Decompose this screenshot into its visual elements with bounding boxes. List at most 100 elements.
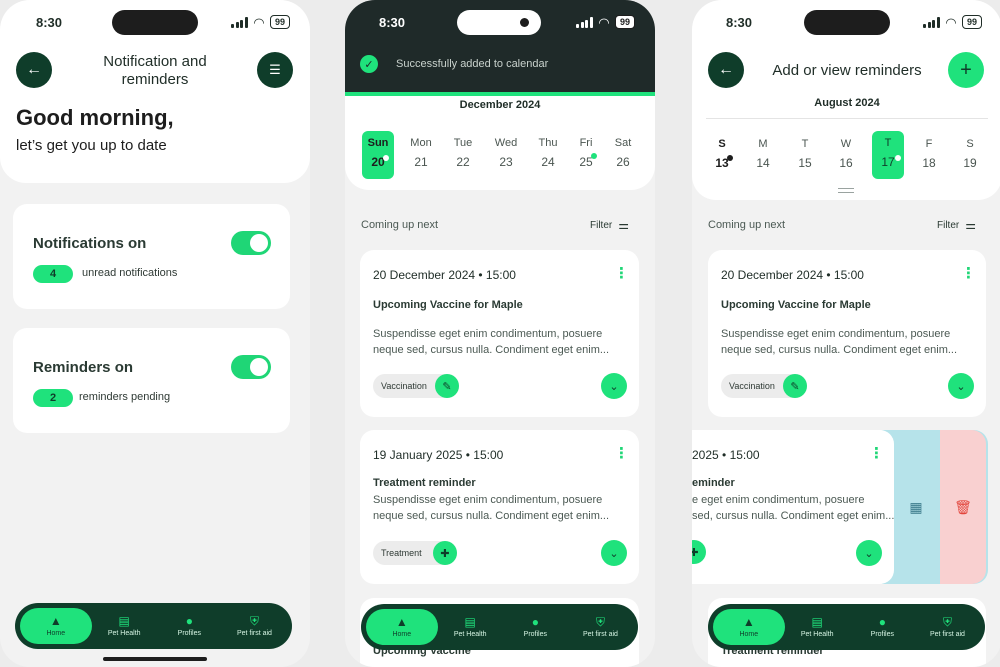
- pending-label: reminders pending: [79, 391, 171, 403]
- day-sun[interactable]: Sun 20: [362, 131, 394, 179]
- subgreeting: let’s get you up to date: [16, 137, 167, 154]
- day-sat[interactable]: Sat 26: [607, 137, 639, 169]
- card-description: Suspendisse eget enim condimentum, posue…: [721, 328, 958, 356]
- plus-icon: +: [960, 58, 972, 81]
- reminder-card[interactable]: 20 December 2024 • 15:00 ⋮ Upcoming Vacc…: [708, 250, 986, 417]
- tab-profiles[interactable]: ● Profiles: [850, 609, 915, 645]
- event-dot: [895, 155, 901, 161]
- filter-button[interactable]: Filter ⚌: [590, 218, 629, 232]
- card-date: 20 December 2024 • 15:00: [721, 268, 864, 282]
- card-title: Upcoming Vaccine for Maple: [721, 299, 871, 311]
- tab-pet-first-aid[interactable]: ⛨ Pet first aid: [222, 608, 287, 644]
- expand-button[interactable]: ⌄: [601, 373, 627, 399]
- tab-pet-health[interactable]: ▤ Pet Health: [785, 609, 850, 645]
- battery-icon: 99: [961, 15, 982, 29]
- reminder-card[interactable]: 19 January 2025 • 15:00 ⋮ Treatment remi…: [360, 430, 639, 584]
- day-sun[interactable]: S 13: [706, 138, 738, 170]
- notifications-title: Notifications on: [33, 235, 147, 252]
- back-button[interactable]: ←: [708, 52, 744, 88]
- tab-pet-health[interactable]: ▤ Pet Health: [92, 608, 157, 644]
- dynamic-island: [804, 10, 890, 35]
- expand-button[interactable]: ⌄: [856, 540, 882, 566]
- tab-pet-health[interactable]: ▤ Pet Health: [438, 609, 503, 645]
- calendar-icon: ▦: [909, 498, 923, 515]
- tab-profiles[interactable]: ● Profiles: [157, 608, 222, 644]
- clipboard-icon: ▤: [464, 615, 476, 629]
- day-mon[interactable]: M 14: [747, 138, 779, 170]
- card-date: 19 January 2025 • 15:00: [373, 448, 504, 462]
- card-description: Suspendisse eget enim condimentum, posue…: [373, 494, 610, 522]
- bottom-tab-bar: ▲ Home ▤ Pet Health ● Profiles ⛨ Pet first a…: [361, 604, 638, 650]
- notifications-toggle[interactable]: [231, 231, 271, 255]
- reminders-card: Reminders on 2 reminders pending: [13, 328, 290, 433]
- greeting: Good morning,: [16, 105, 174, 130]
- expand-button[interactable]: ⌄: [601, 540, 627, 566]
- reminders-toggle[interactable]: [231, 355, 271, 379]
- chevron-down-icon: ⌄: [864, 547, 874, 560]
- more-icon[interactable]: ⋮: [869, 446, 884, 461]
- wifi-icon: ◠: [945, 14, 956, 30]
- day-wed[interactable]: Wed 23: [490, 137, 522, 169]
- section-title: Coming up next: [708, 219, 786, 231]
- notifications-card: Notifications on 4 unread notifications: [13, 204, 290, 309]
- clipboard-icon: ▤: [118, 614, 130, 628]
- medical-kit-icon: ✚: [692, 540, 706, 564]
- shield-icon: ⛨: [595, 615, 605, 629]
- day-sat[interactable]: S 19: [954, 138, 986, 170]
- sliders-icon: ⚌: [618, 218, 629, 232]
- more-icon[interactable]: ⋮: [614, 266, 629, 281]
- syringe-icon: ✎: [783, 374, 807, 398]
- day-thu[interactable]: Thu 24: [532, 137, 564, 169]
- signal-icon: [923, 16, 940, 28]
- tab-pet-first-aid[interactable]: ⛨ Pet first aid: [915, 609, 980, 645]
- dynamic-island: [112, 10, 198, 35]
- more-icon[interactable]: ⋮: [961, 266, 976, 281]
- card-date: 20 December 2024 • 15:00: [373, 268, 516, 282]
- sliders-icon: ⚌: [965, 218, 976, 232]
- profile-icon: ●: [878, 615, 886, 629]
- filter-button[interactable]: Filter ⚌: [937, 218, 976, 232]
- wifi-icon: ◠: [253, 14, 264, 30]
- day-fri[interactable]: F 18: [913, 138, 945, 170]
- event-dot: [383, 155, 389, 161]
- card-description: e eget enim condimentum, posuere sed, cur…: [692, 494, 894, 522]
- more-icon[interactable]: ⋮: [614, 446, 629, 461]
- tab-home[interactable]: ▲ Home: [713, 609, 785, 645]
- home-icon: ▲: [49, 614, 62, 628]
- back-button[interactable]: ←: [16, 52, 52, 88]
- reminders-screen: 8:30 ◠ 99 ← Add or view reminders + Augu…: [692, 0, 1000, 667]
- medical-kit-icon: ✚: [433, 541, 457, 565]
- filter-icon: ☰: [269, 62, 281, 77]
- bottom-tab-bar: ▲ Home ▤ Pet Health ● Profiles ⛨ Pet first a…: [15, 603, 292, 649]
- tab-home[interactable]: ▲ Home: [20, 608, 92, 644]
- card-title: Treatment reminder: [373, 477, 476, 489]
- tab-home[interactable]: ▲ Home: [366, 609, 438, 645]
- day-mon[interactable]: Mon 21: [405, 137, 437, 169]
- day-fri[interactable]: Fri 25: [570, 137, 602, 169]
- arrow-left-icon: ←: [718, 61, 734, 78]
- category-tag: Vaccination ✎: [373, 374, 459, 398]
- reminder-card-swiped[interactable]: 2025 • 15:00 ⋮ eminder e eget enim condi…: [692, 430, 894, 584]
- filter-button[interactable]: ☰: [257, 52, 293, 88]
- clipboard-icon: ▤: [811, 615, 823, 629]
- home-indicator: [103, 657, 207, 661]
- wifi-icon: ◠: [598, 14, 609, 30]
- day-tue[interactable]: Tue 22: [447, 137, 479, 169]
- pending-count-badge: 2: [33, 389, 73, 407]
- tab-pet-first-aid[interactable]: ⛨ Pet first aid: [568, 609, 633, 645]
- reminders-title: Reminders on: [33, 359, 134, 376]
- bottom-tab-bar: ▲ Home ▤ Pet Health ● Profiles ⛨ Pet first a…: [708, 604, 985, 650]
- expand-button[interactable]: ⌄: [948, 373, 974, 399]
- reminder-card[interactable]: 20 December 2024 • 15:00 ⋮ Upcoming Vacc…: [360, 250, 639, 417]
- signal-icon: [576, 16, 593, 28]
- tab-profiles[interactable]: ● Profiles: [503, 609, 568, 645]
- delete-button[interactable]: 🗑: [940, 430, 986, 584]
- home-icon: ▲: [742, 615, 755, 629]
- dynamic-island: [457, 10, 541, 35]
- add-to-calendar-button[interactable]: ▦: [892, 430, 940, 584]
- day-thu[interactable]: T 17: [872, 131, 904, 179]
- day-wed[interactable]: W 16: [830, 138, 862, 170]
- drag-handle[interactable]: [838, 188, 854, 193]
- day-tue[interactable]: T 15: [789, 138, 821, 170]
- add-reminder-button[interactable]: +: [948, 52, 984, 88]
